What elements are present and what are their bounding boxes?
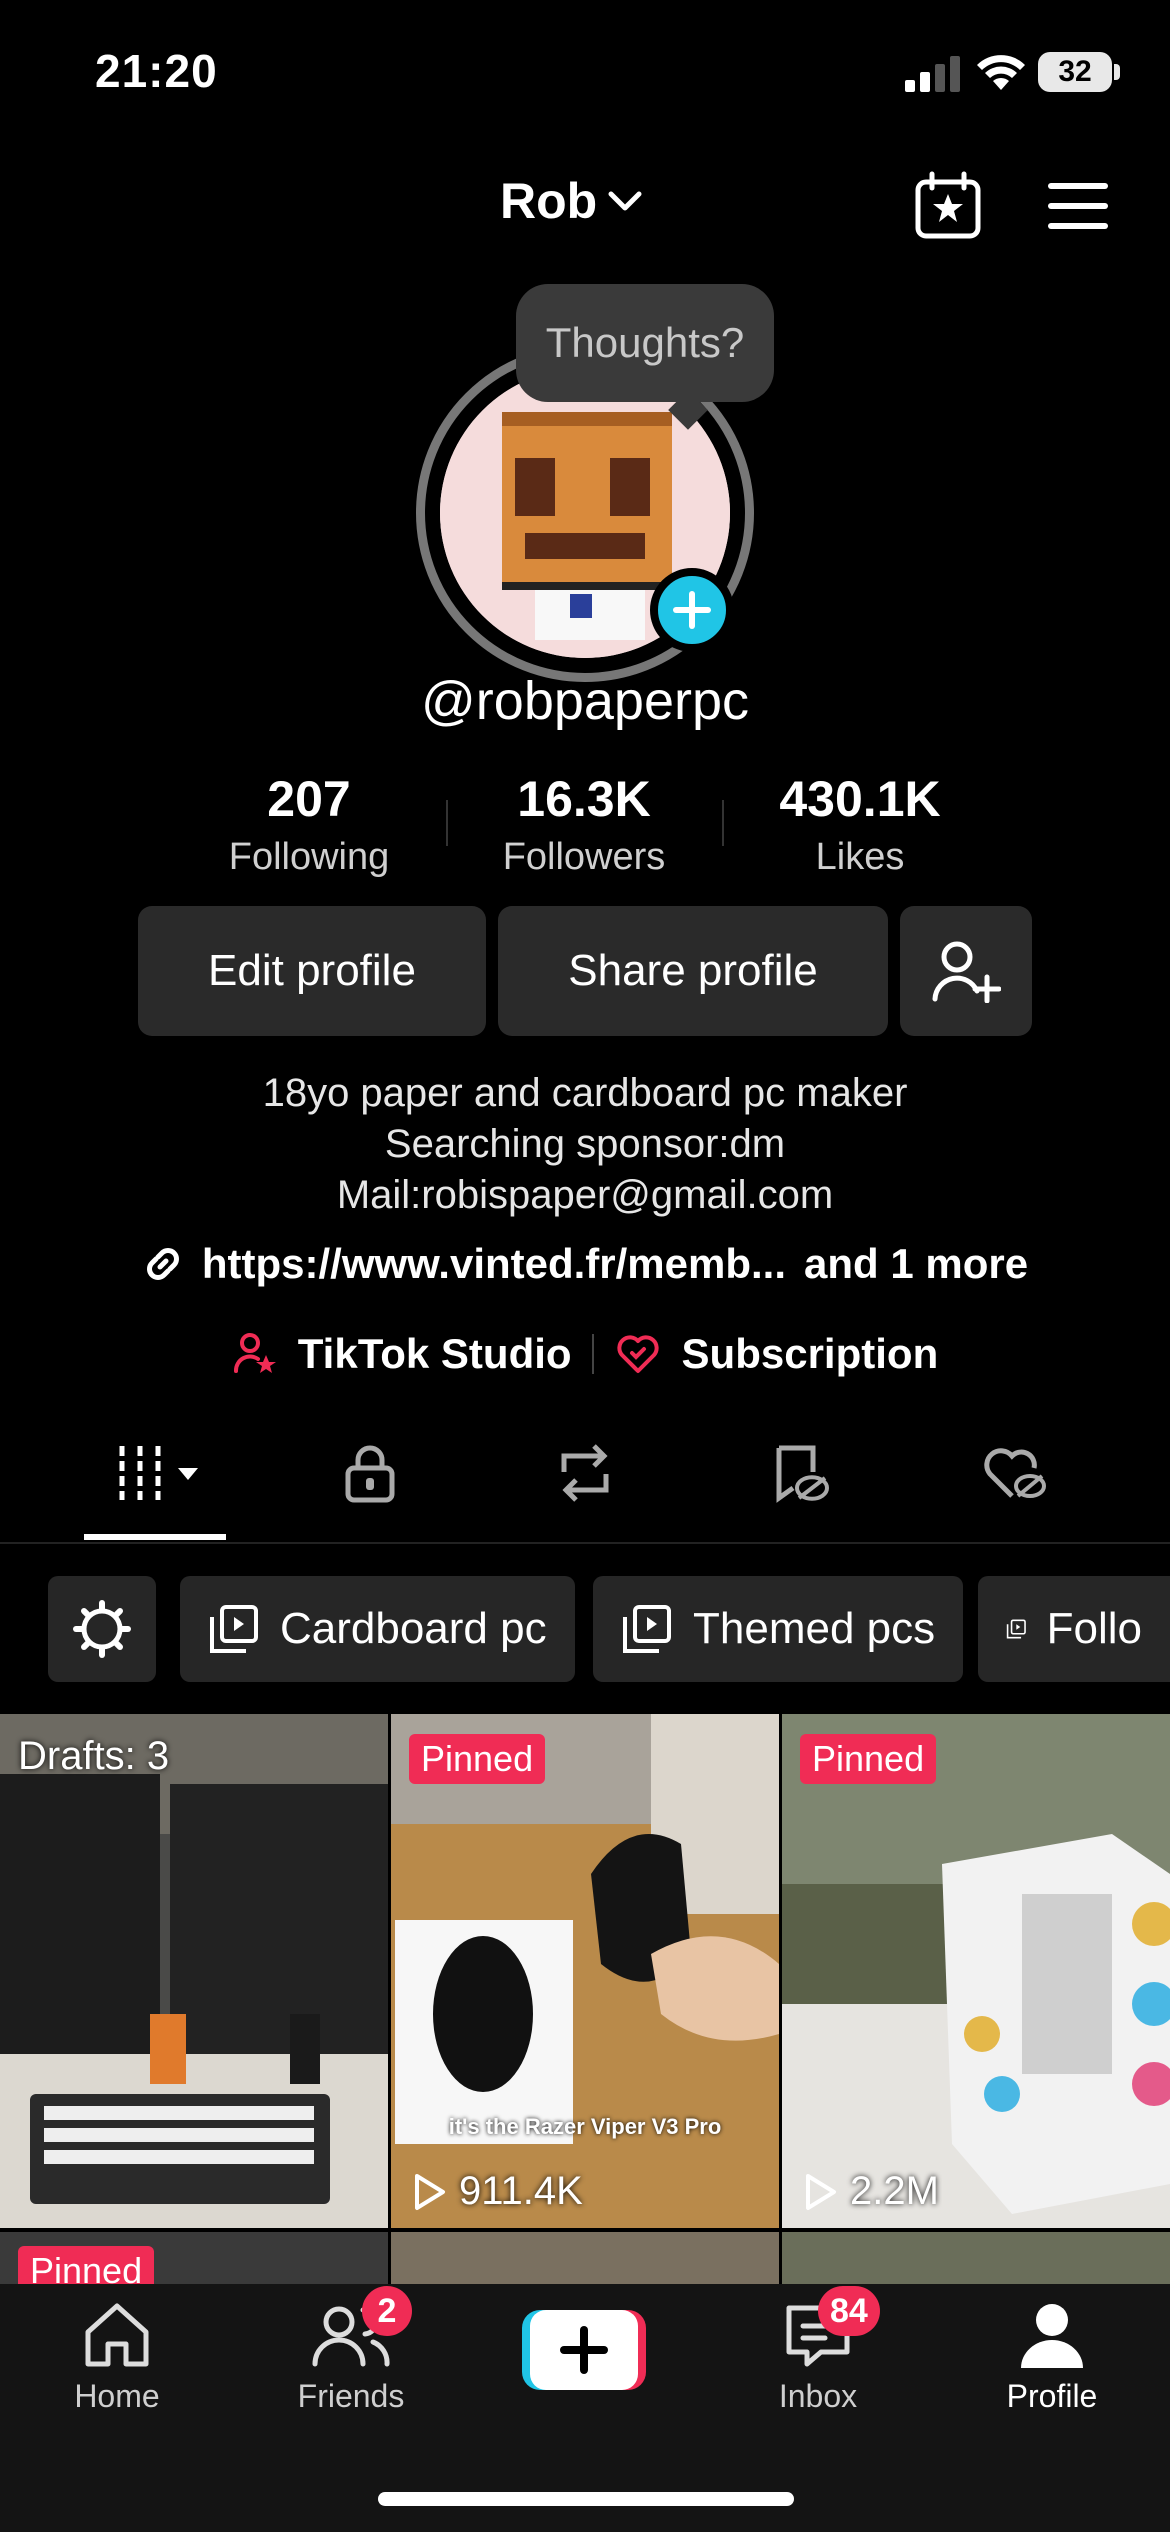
nav-profile[interactable]: Profile [977, 2300, 1127, 2415]
bio-links[interactable]: https://www.vinted.fr/memb... and 1 more [0, 1240, 1170, 1288]
stat-following[interactable]: 207 Following [184, 770, 434, 879]
separator [591, 1334, 594, 1374]
add-user-icon [932, 941, 1001, 1003]
gear-icon [73, 1600, 131, 1658]
tab-favorites[interactable] [740, 1442, 860, 1504]
signal-icon [905, 56, 961, 92]
stat-divider [722, 800, 724, 846]
link-icon [142, 1243, 184, 1285]
repost-icon [561, 1444, 609, 1502]
pinned-badge: Pinned [18, 2246, 155, 2284]
stat-divider [446, 800, 448, 846]
stat-label: Following [228, 836, 390, 878]
friends-badge: 2 [362, 2286, 412, 2336]
profile-icon [1021, 2304, 1083, 2368]
username-label: Rob [500, 173, 598, 229]
battery-indicator: 32 [1038, 52, 1112, 92]
tab-private[interactable] [310, 1442, 430, 1504]
pinned-badge: Pinned [800, 1734, 937, 1784]
tab-reposts[interactable] [525, 1442, 645, 1504]
video-thumbnail[interactable]: Pinned [0, 2232, 388, 2284]
play-icon [415, 2173, 445, 2210]
video-grid: Drafts: 3 Pinned it's the Razer Viper V3… [0, 1714, 1170, 2284]
stat-value: 207 [267, 771, 351, 827]
playlist-chip-label: Follo [1046, 1604, 1142, 1653]
stat-likes[interactable]: 430.1K Likes [735, 770, 985, 879]
subscription-icon [614, 1331, 662, 1377]
video-thumbnail[interactable]: Pinned it's the Razer Viper V3 Pro 911.4… [391, 1714, 779, 2228]
bio-text: 18yo paper and cardboard pc maker Search… [0, 1068, 1170, 1221]
video-caption: it's the Razer Viper V3 Pro [448, 2114, 722, 2139]
nav-label: Home [74, 2378, 160, 2414]
nav-label: Profile [1006, 2378, 1098, 2414]
playlist-settings-button[interactable] [48, 1576, 156, 1682]
bio-link-more[interactable]: and 1 more [804, 1240, 1028, 1288]
pinned-badge: Pinned [409, 1734, 546, 1784]
creator-tools-row: TikTok Studio Subscription [0, 1330, 1170, 1378]
playlist-icon [210, 1605, 258, 1653]
view-count: 2.2M [802, 2169, 939, 2214]
edit-profile-button[interactable]: Edit profile [138, 906, 486, 1036]
tab-videos[interactable] [95, 1442, 215, 1504]
profile-handle: @robpaperpc [420, 671, 749, 731]
status-bar: 21:20 32 [0, 0, 1170, 140]
wifi-icon [975, 52, 1027, 92]
nav-label: Inbox [778, 2378, 858, 2414]
grid-icon [119, 1446, 198, 1500]
calendar-star-icon[interactable] [912, 170, 984, 242]
subscription-link[interactable]: Subscription [682, 1330, 939, 1378]
bio-link[interactable]: https://www.vinted.fr/memb... [202, 1240, 786, 1288]
creator-star-icon [232, 1331, 278, 1377]
battery-nub [1114, 64, 1120, 80]
stat-value: 430.1K [779, 771, 941, 827]
playlist-chip[interactable]: Follo [978, 1576, 1170, 1682]
view-count: 911.4K [411, 2169, 583, 2214]
view-count-value: 911.4K [459, 2169, 583, 2213]
bookmark-hidden-icon [776, 1445, 830, 1503]
home-indicator[interactable] [378, 2492, 794, 2506]
video-thumbnail[interactable] [782, 2232, 1170, 2284]
active-tab-indicator [84, 1534, 226, 1540]
clock: 21:20 [95, 45, 218, 97]
stat-label: Likes [815, 836, 905, 878]
tab-liked[interactable] [955, 1442, 1075, 1504]
playlist-chip-label: Themed pcs [693, 1604, 936, 1653]
bio-line: Searching sponsor:dm [384, 1122, 786, 1166]
plus-icon [673, 591, 711, 629]
nav-label: Friends [297, 2378, 405, 2414]
playlist-chip[interactable]: Themed pcs [593, 1576, 964, 1682]
home-icon [85, 2303, 149, 2367]
chevron-down-icon [605, 186, 645, 216]
tiktok-studio-link[interactable]: TikTok Studio [298, 1330, 572, 1378]
bio-line: Mail:robispaper@gmail.com [336, 1173, 834, 1217]
inbox-badge: 84 [818, 2286, 880, 2336]
playlist-icon [1006, 1619, 1026, 1639]
video-thumbnail[interactable]: Drafts: 3 [0, 1714, 388, 2228]
stat-followers[interactable]: 16.3K Followers [459, 770, 709, 879]
add-friend-button[interactable] [900, 906, 1032, 1036]
thoughts-bubble[interactable]: Thoughts? [516, 284, 774, 402]
create-button[interactable] [522, 2310, 646, 2390]
lock-icon [345, 1445, 395, 1503]
drafts-label: Drafts: 3 [18, 1734, 170, 1778]
video-thumbnail[interactable]: Pinned 2.2M [782, 1714, 1170, 2228]
menu-icon[interactable] [1048, 182, 1108, 230]
stat-value: 16.3K [517, 771, 651, 827]
nav-home[interactable]: Home [42, 2300, 192, 2415]
view-count-value: 2.2M [850, 2169, 939, 2213]
playlist-chip-label: Cardboard pc [280, 1604, 547, 1653]
playlist-chip[interactable]: Cardboard pc [180, 1576, 575, 1682]
bio-line: 18yo paper and cardboard pc maker [262, 1071, 908, 1115]
share-profile-button[interactable]: Share profile [498, 906, 888, 1036]
video-thumbnail[interactable] [391, 2232, 779, 2284]
add-story-button[interactable] [650, 568, 734, 652]
account-switcher[interactable]: Rob [500, 172, 645, 230]
playlist-icon [623, 1605, 671, 1653]
play-icon [806, 2173, 836, 2210]
heart-hidden-icon [984, 1448, 1047, 1498]
stat-label: Followers [502, 836, 666, 878]
